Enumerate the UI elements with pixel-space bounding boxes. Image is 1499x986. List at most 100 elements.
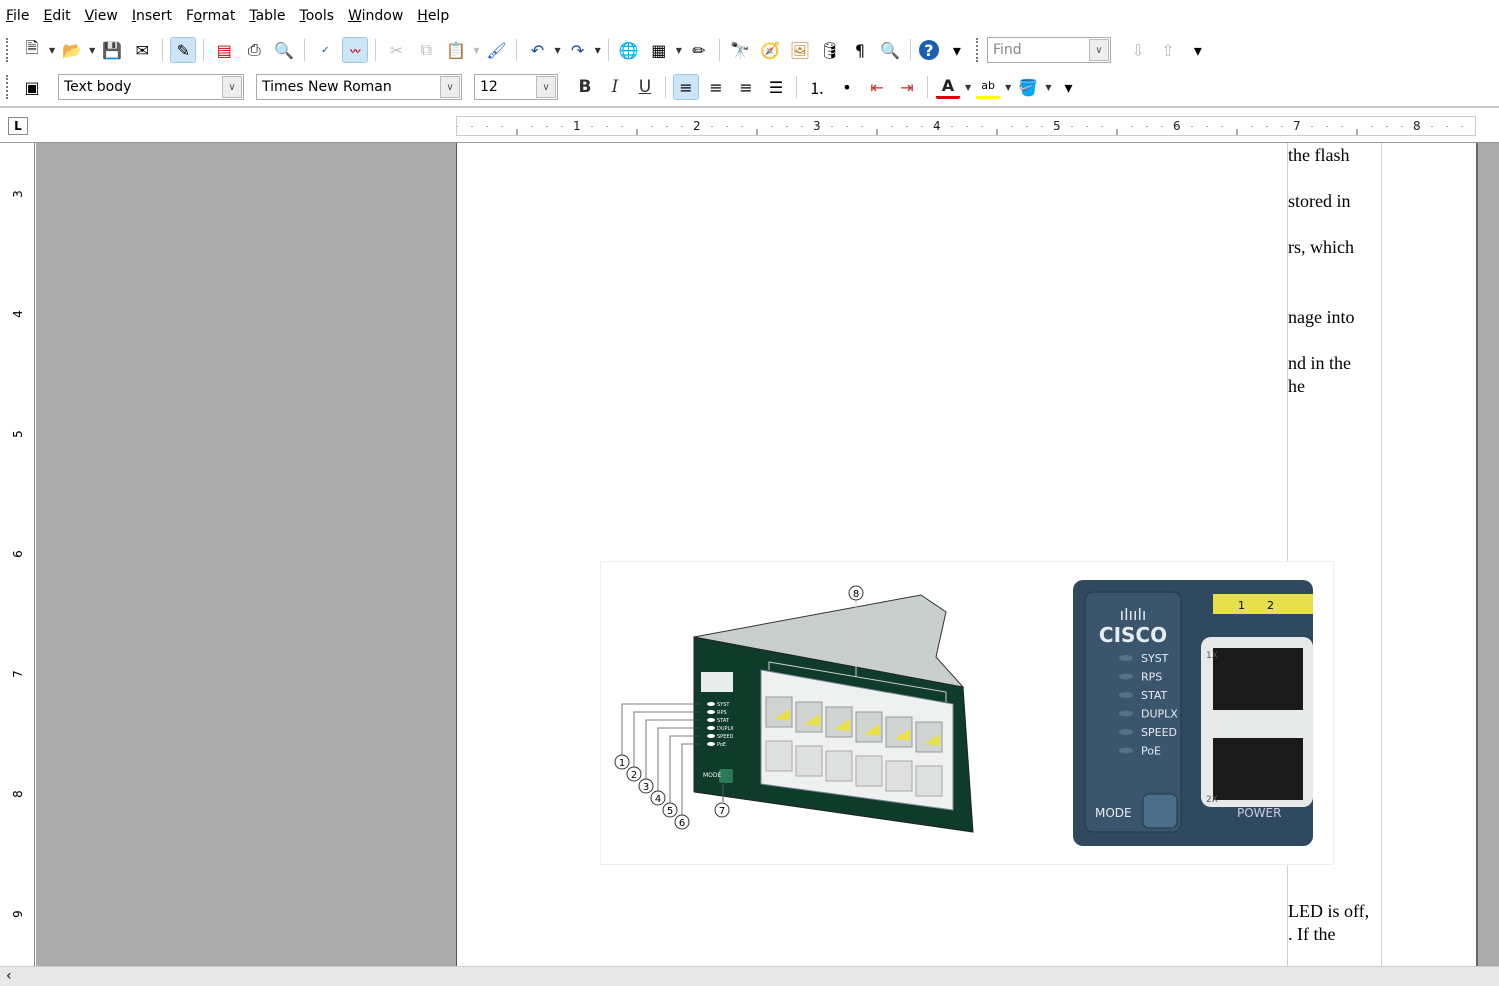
chevron-down-icon[interactable]: ∨	[536, 76, 556, 98]
edit-mode-icon[interactable]: ✎	[170, 37, 197, 63]
export-pdf-icon[interactable]: ▤	[212, 38, 236, 62]
highlighting-icon[interactable]: ab	[976, 75, 1001, 99]
italic-button[interactable]: I	[603, 75, 627, 99]
toolbar-options-icon[interactable]: ▾	[1186, 38, 1210, 62]
document-page[interactable]: the flash stored in rs, which nage into nd i…	[456, 143, 1476, 966]
draw-functions-icon[interactable]: ✏	[687, 38, 711, 62]
open-folder-icon[interactable]: 📂	[60, 38, 84, 62]
font-color-icon[interactable]: A	[936, 75, 960, 99]
led-label: SYST	[1141, 652, 1169, 665]
menu-edit[interactable]: Edit	[43, 8, 70, 24]
switch-led-figure[interactable]: 8 SYST RPS STAT DUPLX SPEED PoE 1234567 MODE …	[600, 561, 1334, 865]
new-document-icon[interactable]: 🗎	[20, 38, 44, 62]
new-dropdown[interactable]: ▼	[49, 46, 55, 55]
text-fragment[interactable]: the flash	[1288, 145, 1381, 166]
text-fragment[interactable]: he	[1288, 376, 1381, 397]
menu-format[interactable]: Format	[186, 8, 235, 24]
undo-icon[interactable]: ↶	[525, 38, 549, 62]
find-next-icon[interactable]: ⇩	[1126, 38, 1150, 62]
menu-view[interactable]: View	[85, 8, 118, 24]
increase-indent-icon[interactable]: ⇥	[895, 75, 919, 99]
print-preview-icon[interactable]: 🔍	[272, 38, 296, 62]
led-indicator	[1119, 673, 1133, 680]
ethernet-port	[765, 740, 793, 772]
led-indicator	[707, 710, 715, 714]
chevron-down-icon[interactable]: ∨	[222, 76, 242, 98]
horizontal-scrollbar[interactable]: ‹	[0, 966, 1499, 986]
cut-icon[interactable]: ✂	[384, 38, 408, 62]
redo-dropdown[interactable]: ▼	[595, 46, 601, 55]
chevron-down-icon[interactable]: ∨	[1088, 39, 1109, 61]
text-fragment[interactable]: nage into	[1288, 307, 1381, 328]
align-center-icon[interactable]: ≡	[704, 75, 728, 99]
ruler-scale[interactable]: 1 2 3 4 5 6 7 8	[456, 116, 1476, 136]
navigator-icon[interactable]: 🧭	[758, 38, 782, 62]
numbering-icon[interactable]: ⒈	[805, 75, 829, 99]
vertical-ruler[interactable]: 3 4 5 6 7 8 9	[0, 143, 35, 966]
led-label: SPEED	[717, 734, 734, 740]
find-input[interactable]: Find ∨	[986, 37, 1111, 63]
print-icon[interactable]: ⎙	[242, 38, 266, 62]
callout-number: 5	[667, 806, 673, 817]
menu-window[interactable]: Window	[348, 8, 403, 24]
undo-dropdown[interactable]: ▼	[554, 46, 560, 55]
background-color-icon[interactable]: 🪣	[1016, 75, 1040, 99]
toolbar-grip[interactable]	[975, 38, 979, 62]
help-icon[interactable]: ?	[918, 40, 939, 60]
autospellcheck-icon[interactable]: 〰	[342, 37, 369, 63]
horizontal-ruler[interactable]: L 1 2 3 4 5 6 7 8	[0, 110, 1499, 143]
bullets-icon[interactable]: •	[835, 75, 859, 99]
email-icon[interactable]: ✉	[130, 38, 154, 62]
led-indicator	[1119, 747, 1133, 754]
toolbar-options-icon[interactable]: ▾	[1056, 75, 1080, 99]
hyperlink-icon[interactable]: 🌐	[617, 38, 641, 62]
underline-button[interactable]: U	[633, 75, 657, 99]
text-fragment[interactable]: nd in the	[1288, 353, 1381, 374]
text-fragment[interactable]: rs, which	[1288, 237, 1381, 258]
find-replace-icon[interactable]: 🔭	[728, 38, 752, 62]
tab-stop-selector[interactable]: L	[8, 117, 28, 135]
align-left-icon[interactable]: ≡	[673, 74, 699, 100]
toolbar-options-icon[interactable]: ▾	[945, 38, 969, 62]
align-right-icon[interactable]: ≡	[734, 75, 758, 99]
text-fragment[interactable]: LED is off,	[1288, 901, 1381, 922]
ruler-number: 7	[1293, 119, 1301, 133]
zoom-icon[interactable]: 🔍	[878, 38, 902, 62]
menu-tools[interactable]: Tools	[300, 8, 335, 24]
save-icon[interactable]: 💾	[100, 38, 124, 62]
menu-table[interactable]: Table	[249, 8, 285, 24]
justify-icon[interactable]: ☰	[764, 75, 788, 99]
paste-dropdown[interactable]: ▼	[473, 46, 479, 55]
paste-icon[interactable]: 📋	[444, 38, 468, 62]
spellcheck-icon[interactable]: ✓	[313, 38, 337, 62]
ruler-number: 6	[1173, 119, 1181, 133]
text-fragment[interactable]: . If the	[1288, 924, 1381, 945]
menu-insert[interactable]: Insert	[132, 8, 172, 24]
open-dropdown[interactable]: ▼	[89, 46, 95, 55]
copy-icon[interactable]: ⧉	[414, 38, 438, 62]
table-icon[interactable]: ▦	[647, 38, 671, 62]
styles-formatting-icon[interactable]: ▣	[20, 75, 44, 99]
clone-formatting-icon[interactable]: 🖌	[484, 38, 508, 62]
menu-file[interactable]: File	[6, 8, 29, 24]
chevron-down-icon[interactable]: ∨	[440, 76, 460, 98]
data-sources-icon[interactable]: 🛢	[818, 38, 842, 62]
background-color-dropdown[interactable]: ▼	[1045, 83, 1051, 92]
menu-help[interactable]: Help	[417, 8, 449, 24]
toolbar-grip[interactable]	[6, 38, 9, 62]
table-dropdown[interactable]: ▼	[676, 46, 682, 55]
font-size-select[interactable]: 12 ∨	[474, 74, 558, 100]
toolbar-grip[interactable]	[6, 75, 9, 99]
formatting-marks-icon[interactable]: ¶	[848, 38, 872, 62]
find-previous-icon[interactable]: ⇧	[1156, 38, 1180, 62]
bold-button[interactable]: B	[573, 75, 597, 99]
font-name-select[interactable]: Times New Roman ∨	[256, 74, 462, 100]
scroll-left-icon[interactable]: ‹	[6, 968, 12, 984]
gallery-icon[interactable]: 🖼	[788, 38, 812, 62]
text-fragment[interactable]: stored in	[1288, 191, 1381, 212]
redo-icon[interactable]: ↷	[566, 38, 590, 62]
decrease-indent-icon[interactable]: ⇤	[865, 75, 889, 99]
font-color-dropdown[interactable]: ▼	[965, 83, 971, 92]
paragraph-style-select[interactable]: Text body ∨	[58, 74, 244, 100]
highlighting-dropdown[interactable]: ▼	[1005, 83, 1011, 92]
